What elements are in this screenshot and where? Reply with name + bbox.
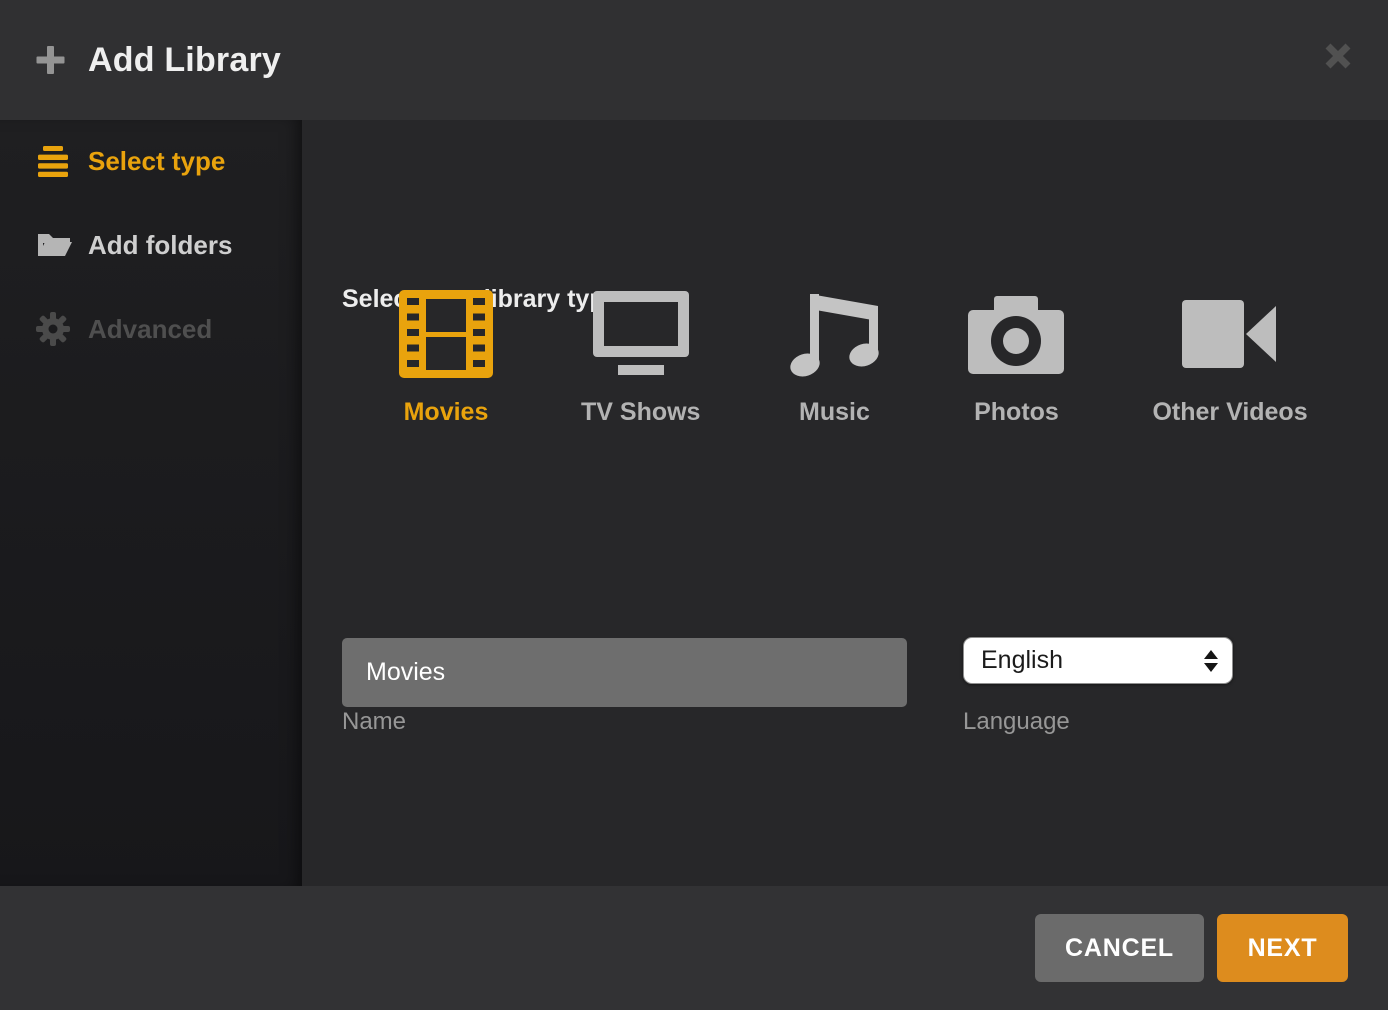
language-selected-value: English — [981, 646, 1063, 675]
library-type-row: Movies TV Shows — [399, 290, 1308, 427]
sidebar-item-add-folders[interactable]: Add folders — [0, 214, 302, 276]
type-label: Photos — [974, 398, 1059, 427]
language-select[interactable]: English — [963, 637, 1233, 684]
gear-icon — [36, 311, 72, 347]
folder-open-icon — [36, 227, 72, 263]
camera-icon — [968, 290, 1064, 378]
plus-icon — [34, 44, 66, 76]
type-label: TV Shows — [581, 398, 700, 427]
video-camera-icon — [1182, 290, 1278, 378]
type-photos[interactable]: Photos — [968, 290, 1064, 427]
library-name-input[interactable] — [342, 638, 907, 707]
type-label: Movies — [404, 398, 489, 427]
type-other-videos[interactable]: Other Videos — [1152, 290, 1307, 427]
type-label: Music — [799, 398, 870, 427]
sidebar-item-label: Advanced — [88, 314, 212, 345]
language-field-label: Language — [963, 708, 1070, 736]
dialog-sidebar: Select type Add folders — [0, 120, 302, 886]
sidebar-item-select-type[interactable]: Select type — [0, 130, 302, 192]
type-label: Other Videos — [1152, 398, 1307, 427]
type-music[interactable]: Music — [788, 290, 880, 427]
lines-icon — [36, 143, 72, 179]
sidebar-item-label: Add folders — [88, 230, 232, 261]
dialog-header: Add Library — [0, 0, 1388, 120]
tv-icon — [593, 290, 689, 378]
type-movies[interactable]: Movies — [399, 290, 493, 427]
select-arrows-icon — [1204, 650, 1218, 672]
sidebar-item-label: Select type — [88, 146, 225, 177]
close-button[interactable] — [1320, 38, 1356, 74]
name-field-label: Name — [342, 708, 406, 736]
next-button[interactable]: NEXT — [1217, 914, 1348, 982]
cancel-button[interactable]: CANCEL — [1035, 914, 1204, 982]
dialog-title: Add Library — [88, 41, 281, 80]
film-strip-icon — [399, 290, 493, 378]
close-icon — [1324, 42, 1352, 70]
music-note-icon — [788, 290, 880, 378]
type-tv-shows[interactable]: TV Shows — [581, 290, 700, 427]
dialog-footer: CANCEL NEXT — [0, 886, 1388, 1010]
sidebar-item-advanced: Advanced — [0, 298, 302, 360]
dialog-body: Select your library type — [302, 120, 1388, 886]
